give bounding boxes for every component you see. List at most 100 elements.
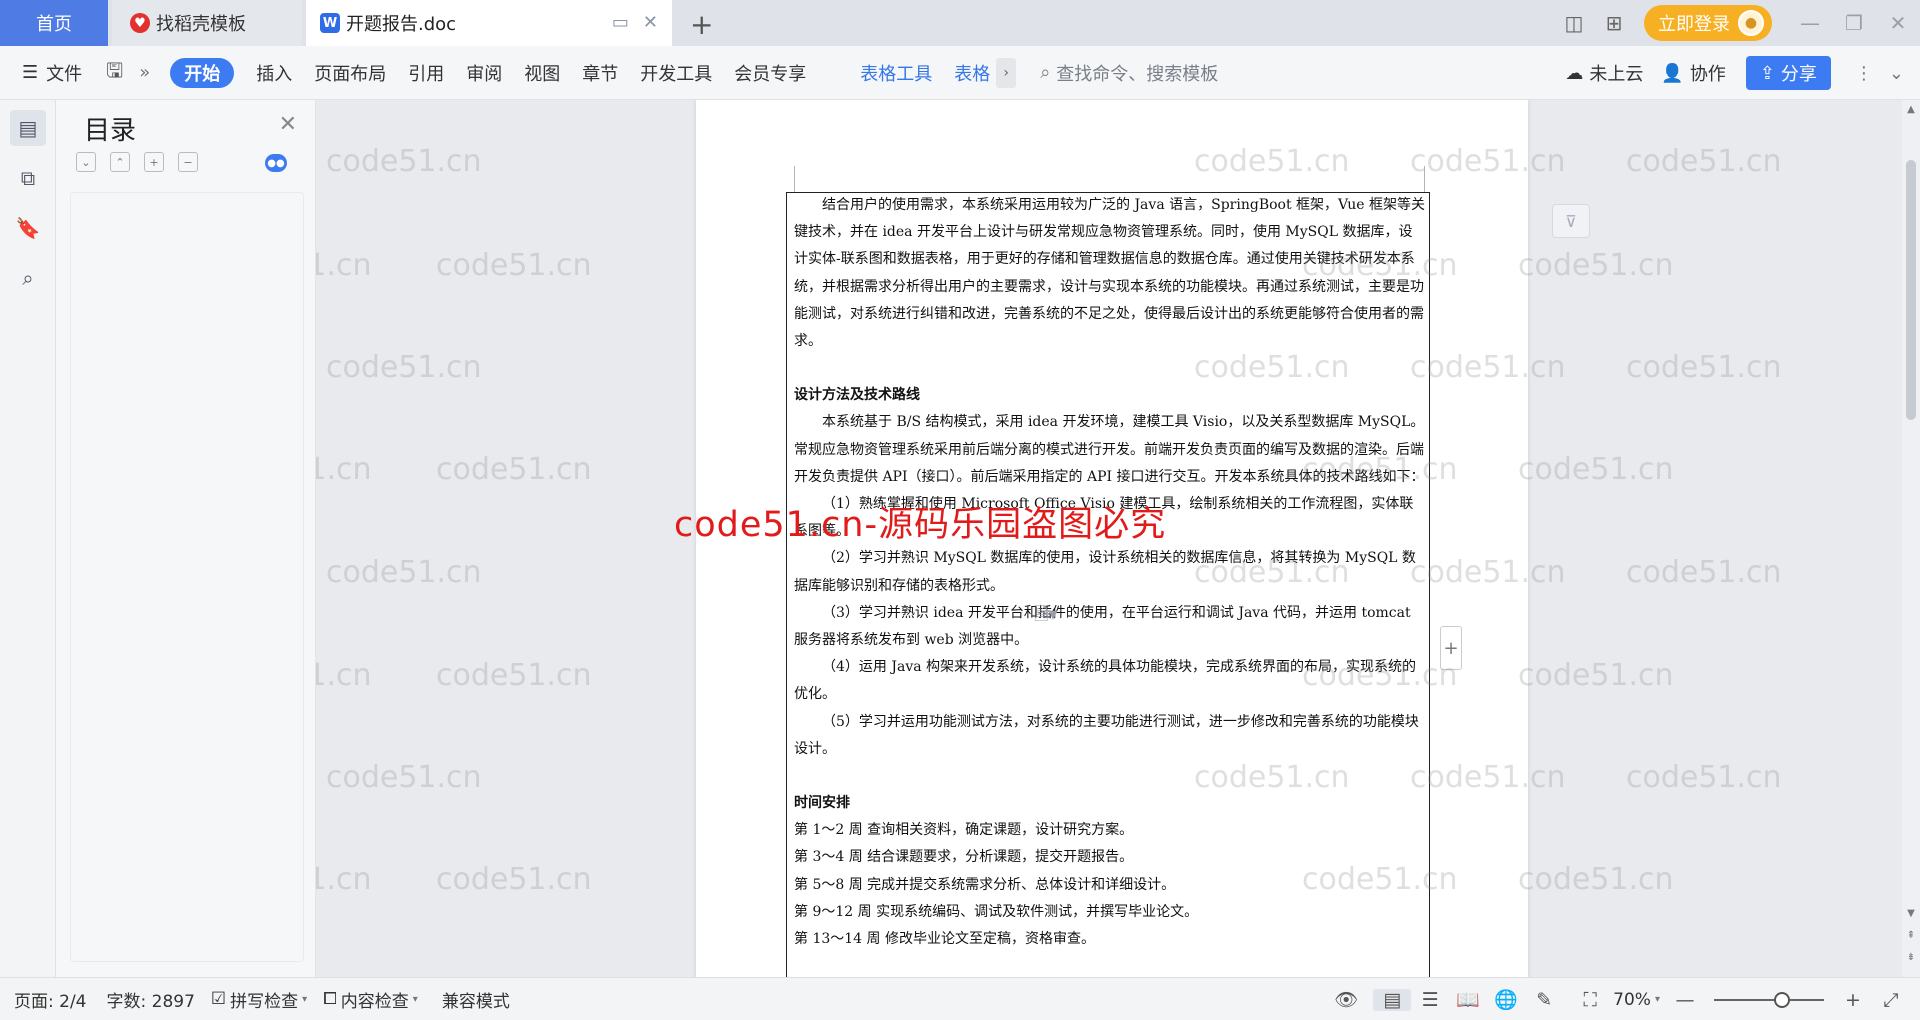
bookmark-icon[interactable]: 🔖 (10, 210, 46, 246)
toc-list (70, 192, 304, 962)
heading-schedule[interactable]: 时间安排 (794, 790, 1426, 817)
tab-insert[interactable]: 插入 (256, 46, 292, 100)
tab-chapter[interactable]: 章节 (582, 46, 618, 100)
watermark: code51.cn (326, 144, 482, 179)
watermark: code51.cn (316, 452, 372, 487)
more-options-icon[interactable]: ⋮ (1855, 46, 1873, 100)
tab-review[interactable]: 审阅 (466, 46, 502, 100)
tab-zhaodaoke[interactable]: ♥ 找稻壳模板 (112, 0, 302, 46)
close-icon[interactable]: ✕ (279, 112, 297, 137)
ai-toc-icon[interactable]: ●● (265, 154, 287, 172)
document-canvas[interactable]: 结合用户的使用需求，本系统采用运用较为广泛的 Java 语言，SpringBoo… (316, 100, 1902, 977)
share-button[interactable]: ⇪ 分享 (1745, 56, 1831, 90)
tab-member[interactable]: 会员专享 (734, 46, 806, 100)
share-label: 分享 (1780, 64, 1817, 85)
spell-check-button[interactable]: ☑ 拼写检查 ▾ (211, 987, 307, 1012)
scroll-up-icon[interactable]: ▲ (1905, 104, 1917, 115)
save-icon[interactable]: 🖫 (106, 46, 123, 100)
fit-page-icon[interactable]: ⛶ (1571, 989, 1609, 1011)
page-view-icon[interactable]: ▤ (1373, 988, 1412, 1011)
filter-icon[interactable]: ⊽ (1552, 204, 1590, 238)
list-item[interactable]: （2）学习并熟识 MySQL 数据库的使用，设计系统相关的数据库信息，将其转换为… (794, 545, 1426, 599)
collaborate-button[interactable]: 👤 协作 (1661, 46, 1725, 100)
find-icon[interactable]: ⌕ (10, 260, 46, 296)
tab-view[interactable]: 视图 (524, 46, 560, 100)
tab-references[interactable]: 引用 (408, 46, 444, 100)
zoom-slider-knob[interactable] (1774, 991, 1790, 1008)
screen-icon[interactable]: ▭ (612, 12, 629, 33)
minimize-icon[interactable]: — (1788, 11, 1832, 35)
outline-view-icon[interactable]: ☰ (1411, 989, 1449, 1011)
watermark: code51.cn (316, 248, 372, 283)
margin-mark (1424, 166, 1425, 192)
scroll-down-icon[interactable]: ▼ (1905, 908, 1917, 919)
more-chevron-icon[interactable]: » (139, 46, 150, 100)
cloud-status[interactable]: ☁ 未上云 (1565, 46, 1643, 100)
watermark: code51.cn (1518, 658, 1674, 693)
toc-panel-icon[interactable]: ▤ (10, 110, 46, 146)
heading-method[interactable]: 设计方法及技术路线 (794, 382, 1426, 409)
schedule-item[interactable]: 第 1～2 周 查询相关资料，确定课题，设计研究方案。 (794, 817, 1426, 844)
vertical-scrollbar[interactable]: ▲ ▼ ⇞ ⇟ (1902, 100, 1920, 977)
watermark: code51.cn (436, 862, 592, 897)
web-view-icon[interactable]: 🌐 (1487, 988, 1525, 1011)
schedule-item[interactable]: 第 5～8 周 完成并提交系统需求分析、总体设计和详细设计。 (794, 872, 1426, 899)
expand-down-icon[interactable]: ⌄ (76, 152, 96, 172)
zoom-level[interactable]: 70% (1613, 990, 1651, 1010)
next-page-icon[interactable]: ⇟ (1905, 952, 1917, 963)
add-column-icon[interactable]: + (1440, 626, 1462, 670)
tab-page-layout[interactable]: 页面布局 (314, 46, 386, 100)
list-item[interactable]: （4）运用 Java 构架来开发系统，设计系统的具体功能模块，完成系统界面的布局… (794, 654, 1426, 708)
zoom-in-icon[interactable]: + (1834, 989, 1872, 1011)
remove-level-icon[interactable]: − (178, 152, 198, 172)
new-tab-button[interactable]: + (690, 8, 713, 41)
fullscreen-icon[interactable]: ⤢ (1872, 989, 1910, 1011)
file-menu[interactable]: ☰ 文件 (22, 46, 82, 100)
eye-protection-icon[interactable]: 👁 (1327, 988, 1365, 1011)
tab-developer[interactable]: 开发工具 (640, 46, 712, 100)
scrollbar-thumb[interactable] (1906, 160, 1916, 420)
schedule-item[interactable]: 第 9～12 周 实现系统编码、调试及软件测试，并撰写毕业论文。 (794, 899, 1426, 926)
tab-table-tools[interactable]: 表格工具 (860, 46, 932, 100)
watermark: code51.cn (326, 350, 482, 385)
left-rail: ▤ ⧉ 🔖 ⌕ (0, 100, 56, 977)
list-item[interactable]: （5）学习并运用功能测试方法，对系统的主要功能进行测试，进一步修改和完善系统的功… (794, 709, 1426, 763)
outline-icon[interactable]: ⧉ (10, 160, 46, 196)
tab-table-style[interactable]: 表格 (954, 46, 990, 100)
paragraph[interactable]: 本系统基于 B/S 结构模式，采用 idea 开发环境，建模工具 Visio，以… (794, 409, 1426, 491)
document-body[interactable]: 结合用户的使用需求，本系统采用运用较为广泛的 Java 语言，SpringBoo… (794, 192, 1426, 953)
word-count[interactable]: 字数: 2897 (107, 987, 195, 1012)
pen-icon[interactable]: ✎ (1525, 989, 1563, 1011)
tab-document[interactable]: W 开题报告.doc ▭ ✕ (306, 0, 672, 46)
chevron-down-icon[interactable]: ▾ (1655, 994, 1660, 1005)
page-indicator[interactable]: 页面: 2/4 (14, 987, 87, 1012)
restore-icon[interactable]: ❐ (1832, 11, 1876, 35)
tab-home[interactable]: 首页 (0, 0, 108, 46)
tab-start[interactable]: 开始 (170, 57, 235, 88)
paragraph-handle-icon[interactable]: 🗎▾ (1034, 602, 1058, 632)
paragraph[interactable]: 结合用户的使用需求，本系统采用运用较为广泛的 Java 语言，SpringBoo… (794, 192, 1426, 355)
reading-view-icon[interactable]: 📖 (1449, 988, 1487, 1011)
close-window-icon[interactable]: ✕ (1876, 11, 1920, 35)
margin-mark (794, 166, 795, 192)
zoom-slider[interactable] (1714, 991, 1824, 1008)
prev-page-icon[interactable]: ⇞ (1905, 930, 1917, 941)
content-check-button[interactable]: ⧠ 内容检查 ▾ (323, 987, 418, 1012)
ribbon: ☰ 文件 🖫 » 开始 插入 页面布局 引用 审阅 视图 章节 开发工具 会员专… (0, 46, 1920, 100)
apps-grid-icon[interactable]: ⊞ (1594, 11, 1634, 35)
schedule-item[interactable]: 第 13～14 周 修改毕业论文至定稿，资格审查。 (794, 926, 1426, 953)
collapse-ribbon-icon[interactable]: ⌄ (1889, 46, 1904, 100)
login-button[interactable]: 立即登录 ● (1644, 5, 1772, 41)
list-item[interactable]: （3）学习并熟识 idea 开发平台和插件的使用，在平台运行和调试 Java 代… (794, 600, 1426, 654)
watermark: code51.cn (1626, 760, 1782, 795)
close-tab-icon[interactable]: ✕ (643, 12, 658, 33)
collapse-up-icon[interactable]: ⌃ (110, 152, 130, 172)
zoom-out-icon[interactable]: — (1666, 989, 1704, 1011)
ribbon-scroll-right-icon[interactable]: › (996, 57, 1017, 88)
schedule-item[interactable]: 第 3～4 周 结合课题要求，分析课题，提交开题报告。 (794, 844, 1426, 871)
layout-icon[interactable]: ◫ (1554, 11, 1594, 35)
command-search[interactable]: ⌕ 查找命令、搜索模板 (1040, 46, 1218, 100)
add-level-icon[interactable]: + (144, 152, 164, 172)
cloud-icon: ☁ (1565, 62, 1584, 84)
search-icon: ⌕ (1040, 62, 1051, 83)
